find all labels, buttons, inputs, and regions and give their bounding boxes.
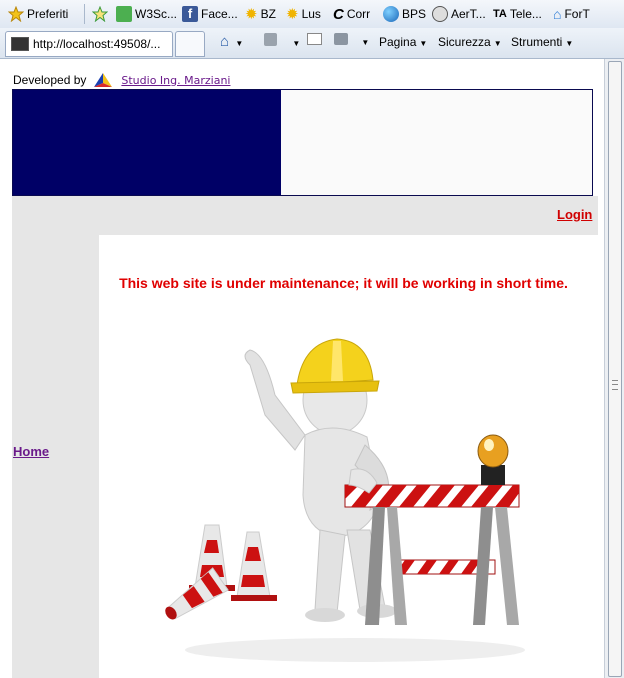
fav-item-fort[interactable]: ⌂ ForT (553, 5, 590, 23)
separator (84, 4, 85, 24)
feeds-button[interactable]: ▼ (264, 33, 300, 49)
scroll-grip-icon (612, 380, 618, 390)
login-link[interactable]: Login (557, 207, 592, 222)
mail-icon (307, 33, 322, 45)
banner-navy-block (13, 90, 281, 195)
header-banner (12, 89, 593, 196)
pagina-label: Pagina (379, 35, 417, 49)
warning-light-icon (477, 434, 509, 485)
tab-title: http://localhost:49508/... (33, 37, 161, 51)
fav-label: W3Sc... (135, 7, 178, 21)
chevron-down-icon: ▼ (292, 39, 301, 48)
fav-label: Tele... (509, 7, 542, 21)
fav-label: Corr (346, 7, 371, 21)
star-icon (8, 6, 24, 22)
fav-item-tele[interactable]: TA Tele... (493, 5, 542, 23)
favorites-bar: Preferiti W3Sc... f Face... ✹ BZ ✹ Lus C… (0, 0, 624, 29)
fav-label: Lus (301, 7, 321, 21)
fav-item-corr[interactable]: C Corr (333, 5, 370, 23)
chevron-down-icon: ▼ (235, 39, 244, 48)
command-bar: http://localhost:49508/... ⌂ ▼ ▼ ▼ Pagin… (0, 28, 624, 59)
favorites-button[interactable]: Preferiti (8, 5, 68, 23)
road-barrier-icon (344, 484, 520, 625)
tele-icon: TA (493, 8, 507, 20)
favorites-label: Preferiti (27, 7, 69, 21)
developed-by-text: Developed by (13, 73, 87, 87)
fav-label: BPS (402, 7, 427, 21)
c-logo-icon: C (333, 5, 344, 23)
add-favorite-icon (92, 6, 108, 22)
sun-icon: ✹ (245, 6, 258, 23)
browser-tab[interactable]: http://localhost:49508/... (5, 31, 173, 57)
fort-icon: ⌂ (553, 6, 562, 22)
home-button[interactable]: ⌂ ▼ (220, 33, 243, 50)
fav-label: BZ (260, 7, 276, 21)
fav-item-aert[interactable]: AerT... (432, 5, 486, 23)
home-icon: ⌂ (220, 33, 230, 50)
rss-icon (264, 33, 277, 46)
sicurezza-menu[interactable]: Sicurezza ▼ (438, 35, 502, 49)
aert-icon (432, 6, 448, 22)
fav-label: ForT (564, 7, 590, 21)
sicurezza-label: Sicurezza (438, 35, 491, 49)
mail-button[interactable] (307, 33, 322, 48)
fav-label: Face... (201, 7, 238, 21)
page-viewport: Developed by Studio Ing. Marziani Login … (0, 59, 604, 678)
add-favorite-button[interactable] (92, 5, 108, 23)
chevron-down-icon: ▼ (419, 39, 428, 48)
print-icon (334, 33, 348, 45)
page-icon (11, 37, 29, 51)
strumenti-menu[interactable]: Strumenti ▼ (511, 35, 573, 49)
chevron-down-icon: ▼ (565, 39, 574, 48)
fav-item-lus[interactable]: ✹ Lus (286, 5, 321, 23)
fav-item-facebook[interactable]: f Face... (182, 5, 238, 23)
strumenti-label: Strumenti (511, 35, 563, 49)
print-button[interactable]: ▼ (334, 33, 369, 48)
chevron-down-icon: ▼ (493, 39, 502, 48)
pagina-menu[interactable]: Pagina ▼ (379, 35, 427, 49)
sun-icon: ✹ (286, 6, 299, 23)
maintenance-message: This web site is under maintenance; it w… (119, 275, 568, 291)
studio-link[interactable]: Studio Ing. Marziani (121, 74, 230, 87)
fav-item-bz[interactable]: ✹ BZ (245, 5, 276, 23)
studio-logo-icon (94, 73, 113, 87)
facebook-icon: f (182, 6, 198, 22)
new-tab-button[interactable] (175, 31, 205, 57)
vertical-scrollbar[interactable] (604, 59, 624, 678)
under-construction-illustration (165, 338, 525, 662)
main-content: This web site is under maintenance; it w… (99, 235, 598, 678)
scrollbar-thumb[interactable] (608, 61, 622, 677)
hard-hat-icon (290, 338, 380, 394)
chevron-down-icon: ▼ (361, 38, 370, 47)
globe-icon (383, 6, 399, 22)
fav-label: AerT... (451, 7, 486, 21)
fav-item-bps[interactable]: BPS (383, 5, 426, 23)
w3-icon (116, 6, 132, 22)
home-link[interactable]: Home (13, 444, 49, 459)
traffic-cone-icon (231, 531, 277, 601)
developer-credit: Developed by Studio Ing. Marziani (13, 73, 230, 87)
fav-item-w3schools[interactable]: W3Sc... (116, 5, 177, 23)
fallen-traffic-cone-icon (165, 567, 229, 620)
